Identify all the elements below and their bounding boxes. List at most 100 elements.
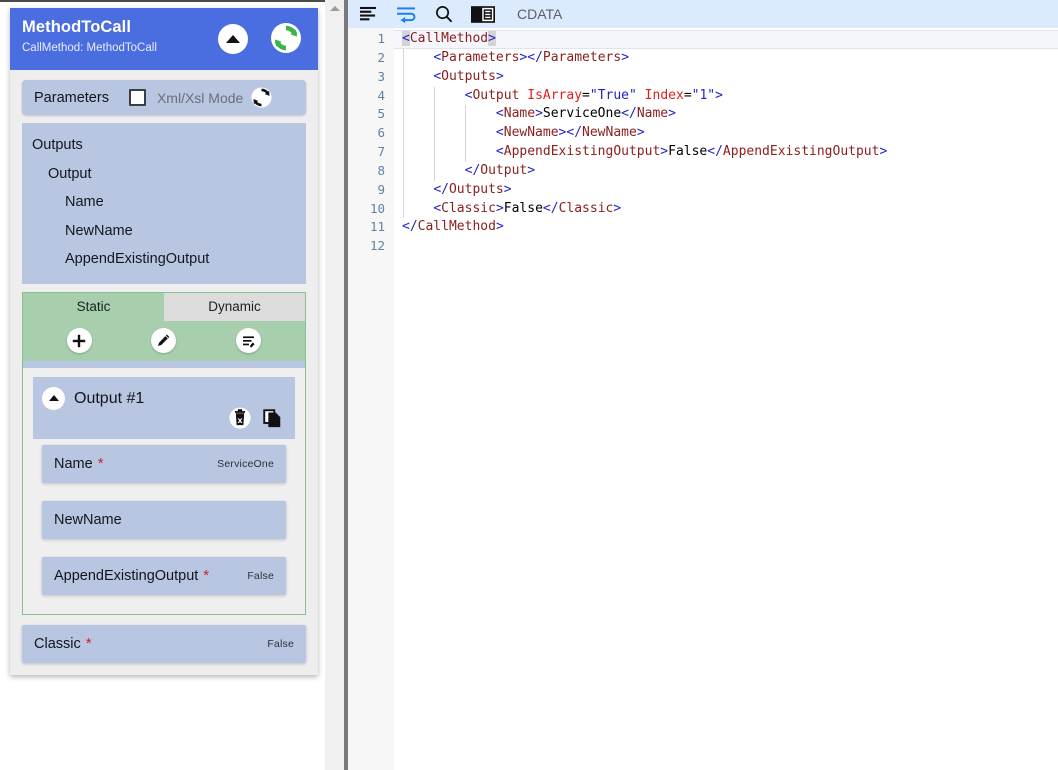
- required-asterisk: *: [203, 566, 210, 584]
- parameters-bar[interactable]: Parameters Xml/Xsl Mode: [22, 80, 306, 115]
- code-token-attr: IsArray: [527, 87, 583, 103]
- tree-item-newname[interactable]: NewName: [22, 217, 306, 246]
- refresh-node-button[interactable]: [270, 22, 302, 54]
- field-appendexistingoutput[interactable]: AppendExistingOutput * False: [42, 556, 286, 595]
- code-token-br: >: [613, 200, 622, 216]
- code-token-br: ></: [519, 49, 543, 65]
- code-token-tag: Classic: [558, 200, 614, 216]
- output-card-actions: x: [229, 406, 283, 434]
- xml-xsl-mode-checkbox[interactable]: [128, 89, 146, 106]
- code-token-tag: CallMethod: [409, 31, 489, 46]
- line-number-gutter: 1 2 3 4 5 6 7 8 9 10 11 12: [348, 28, 394, 770]
- required-asterisk: *: [97, 454, 104, 472]
- app-root: MethodToCall CallMethod: MethodToCall Pa…: [0, 0, 1058, 770]
- node-header: MethodToCall CallMethod: MethodToCall: [10, 8, 318, 70]
- code-line[interactable]: </CallMethod>: [394, 218, 1058, 237]
- add-button[interactable]: [66, 328, 92, 353]
- code-line[interactable]: [394, 237, 1058, 256]
- word-wrap-icon[interactable]: [396, 6, 417, 23]
- tree-item-name[interactable]: Name: [22, 188, 306, 217]
- editor-toolbar: CDATA: [348, 0, 1058, 28]
- code-token-br: >: [660, 144, 669, 160]
- field-name[interactable]: Name * ServiceOne: [42, 444, 286, 483]
- field-newname[interactable]: NewName: [42, 500, 286, 539]
- tree-item-appendexistingoutput[interactable]: AppendExistingOutput: [22, 245, 306, 274]
- top-divider-rule: [0, 0, 325, 2]
- code-token-tag: Name: [636, 106, 669, 122]
- code-token-br: <: [495, 125, 504, 141]
- edit-button[interactable]: [151, 328, 177, 353]
- plus-icon: [73, 334, 86, 347]
- cdata-label: CDATA: [517, 6, 563, 22]
- field-classic-value: False: [267, 637, 294, 650]
- field-appendexistingoutput-label: AppendExistingOutput: [54, 567, 199, 584]
- edit-list-button[interactable]: [236, 328, 262, 353]
- code-token-br: <: [433, 49, 442, 65]
- code-token-br: >: [636, 125, 645, 141]
- left-panel-scrollbar[interactable]: [325, 0, 344, 770]
- tab-static[interactable]: Static: [23, 292, 164, 321]
- indent-guide: [433, 86, 435, 181]
- code-line[interactable]: <NewName></NewName>: [394, 124, 1058, 143]
- code-token-br: >: [527, 162, 536, 178]
- code-line[interactable]: <Parameters></Parameters>: [394, 49, 1058, 68]
- code-token-br: >: [495, 200, 504, 216]
- refresh-small-icon: [251, 87, 272, 108]
- code-token-br: >: [715, 87, 723, 103]
- parameters-refresh-button[interactable]: [251, 87, 272, 108]
- outputs-tree-wrapper: Outputs Output Name NewName AppendExisti…: [10, 123, 318, 284]
- scroll-up-button[interactable]: [325, 0, 344, 17]
- refresh-circular-arrows-icon: [271, 23, 301, 53]
- code-token-br: <: [433, 68, 442, 84]
- line-number: 9: [377, 181, 385, 197]
- search-icon[interactable]: [435, 5, 453, 23]
- code-line[interactable]: <Output IsArray="True" Index="1">: [394, 87, 1058, 106]
- code-line[interactable]: <Classic>False</Classic>: [394, 200, 1058, 219]
- code-line[interactable]: <AppendExistingOutput>False</AppendExist…: [394, 143, 1058, 162]
- code-token-tag: Parameters: [441, 49, 520, 65]
- collapse-node-button[interactable]: [218, 24, 248, 54]
- code-token-br: >: [668, 106, 676, 122]
- code-token-tag: AppendExistingOutput: [722, 144, 880, 160]
- copy-output-button[interactable]: [261, 407, 283, 434]
- parameters-bar-wrapper: Parameters Xml/Xsl Mode: [10, 70, 318, 123]
- code-token-tag: Parameters: [542, 49, 622, 65]
- code-line[interactable]: <Outputs>: [394, 68, 1058, 87]
- line-number: 5: [377, 106, 385, 122]
- delete-output-button[interactable]: x: [229, 406, 251, 434]
- code-token-br: </: [707, 144, 723, 160]
- required-asterisk: *: [85, 634, 92, 652]
- code-token-br: <: [433, 200, 442, 216]
- code-line[interactable]: <Name>ServiceOne</Name>: [394, 105, 1058, 124]
- toggle-panel-icon[interactable]: [471, 5, 495, 23]
- code-token-tag: Classic: [441, 200, 496, 216]
- code-token-val: "True": [589, 87, 637, 103]
- trash-x-icon: x: [229, 406, 251, 429]
- code-token-tag: CallMethod: [417, 219, 496, 235]
- code-line[interactable]: </Outputs>: [394, 181, 1058, 200]
- output-card-title: Output #1: [74, 389, 145, 407]
- code-token-br: </: [621, 106, 637, 122]
- tab-dynamic[interactable]: Dynamic: [164, 292, 305, 321]
- field-classic[interactable]: Classic * False: [22, 624, 306, 663]
- code-line[interactable]: <CallMethod>: [394, 30, 1058, 49]
- static-dynamic-wrapper: Static Dynamic Output #1 x Name * Servic…: [10, 284, 318, 615]
- code-token-tag: Output: [472, 87, 520, 103]
- tree-item-outputs[interactable]: Outputs: [22, 131, 306, 160]
- left-properties-panel: MethodToCall CallMethod: MethodToCall Pa…: [0, 0, 325, 770]
- tree-item-output[interactable]: Output: [22, 160, 306, 189]
- code-line[interactable]: </Output>: [394, 162, 1058, 181]
- output-collapse-button[interactable]: [42, 386, 65, 410]
- code-token-br: >: [621, 49, 630, 65]
- code-content[interactable]: <CallMethod> <Parameters></Parameters> <…: [394, 28, 1058, 770]
- format-lines-icon[interactable]: [359, 6, 378, 23]
- code-area[interactable]: 1 2 3 4 5 6 7 8 9 10 11 12 <CallMethod> <Parameters…: [348, 28, 1058, 770]
- code-token-br: >: [495, 68, 504, 84]
- field-name-value: ServiceOne: [217, 457, 274, 470]
- code-token-txt: =: [683, 87, 692, 103]
